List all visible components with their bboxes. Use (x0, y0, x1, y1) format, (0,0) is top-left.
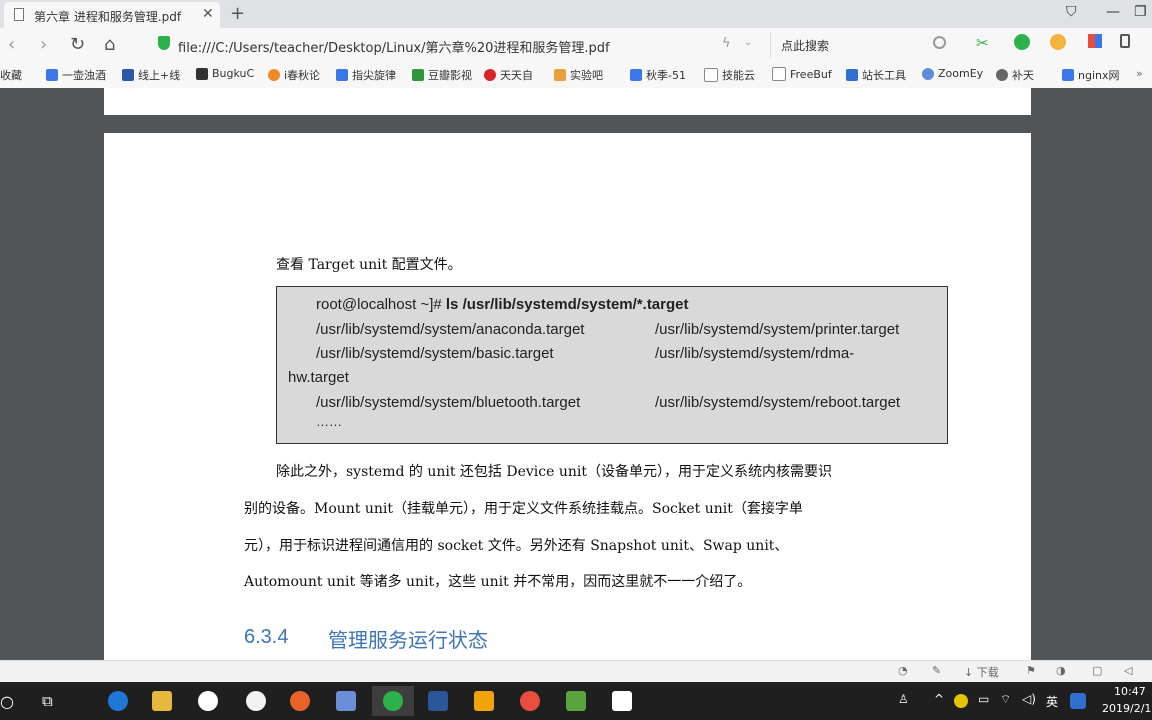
flag-icon[interactable]: ⚑ (1026, 664, 1036, 677)
code-line: /usr/lib/systemd/system/rdma- (655, 345, 855, 362)
search-box[interactable]: 点此搜索 (770, 32, 955, 58)
pdf-page-previous (104, 88, 1031, 115)
vmware-icon[interactable] (474, 691, 494, 711)
mobile-icon[interactable] (1120, 34, 1130, 48)
bookmark-item[interactable]: 实验吧 (554, 67, 603, 83)
task-view-icon[interactable]: ⧉ (42, 692, 53, 710)
bookmark-item[interactable]: i春秋论 (268, 67, 320, 83)
url-text[interactable]: file:///C:/Users/teacher/Desktop/Linux/第… (178, 37, 610, 56)
flash-icon[interactable]: ϟ (722, 36, 731, 51)
camtasia-icon[interactable] (566, 691, 586, 711)
code-line: /usr/lib/systemd/system/bluetooth.target (316, 394, 581, 411)
forward-icon[interactable]: › (40, 34, 47, 55)
bookmark-item[interactable]: 补天 (996, 67, 1034, 83)
bookmark-item[interactable]: ZoomEy (922, 67, 983, 80)
pdf-page: 查看 Target unit 配置文件。 root@localhost ~]# … (104, 133, 1031, 660)
tab-title: 第六章 进程和服务管理.pdf (34, 10, 182, 24)
back-icon[interactable]: ‹ (8, 34, 15, 55)
bookmark-item[interactable]: nginx网 (1062, 67, 1120, 83)
bookmark-item[interactable]: 指尖旋律 (336, 67, 396, 83)
tab-bar: 第六章 进程和服务管理.pdf ✕ + ⛉ — ❐ (0, 0, 1152, 28)
intro-text: 查看 Target unit 配置文件。 (276, 257, 462, 273)
code-line: hw.target (288, 369, 349, 386)
browser-tab[interactable]: 第六章 进程和服务管理.pdf ✕ (4, 2, 220, 28)
firefox-icon[interactable] (290, 691, 310, 711)
tray-battery-icon[interactable]: ▭ (978, 692, 989, 706)
reload-icon[interactable]: ↻ (70, 34, 85, 55)
chevron-up-icon[interactable]: ^ (934, 692, 944, 706)
360-browser-icon[interactable] (383, 691, 403, 711)
code-line: /usr/lib/systemd/system/anaconda.target (316, 321, 585, 338)
file-explorer-icon[interactable] (152, 691, 172, 711)
window-controls: ⛉ — ❐ (1066, 0, 1152, 28)
pin-icon[interactable]: ✎ (932, 664, 941, 677)
more-bookmarks-icon[interactable]: » (1136, 67, 1143, 80)
navigation-bar: ‹ › ↻ ⌂ file:///C:/Users/teacher/Desktop… (0, 28, 1152, 62)
paragraph-line: Automount unit 等诸多 unit，这些 unit 并不常用，因而这… (244, 574, 752, 590)
weibo-icon[interactable] (520, 691, 540, 711)
maximize-button[interactable]: ❐ (1134, 4, 1147, 20)
bookmark-item[interactable]: BugkuC (196, 67, 254, 80)
bookmark-item[interactable]: 线上+线 (122, 67, 180, 83)
edge-icon[interactable] (108, 691, 128, 711)
bookmark-item[interactable]: 收藏 (0, 67, 22, 83)
paragraph-line: 别的设备。Mount unit（挂载单元），用于定义文件系统挂载点。Socket… (244, 501, 803, 517)
wifi-icon[interactable]: ⌔ (1000, 692, 1011, 707)
document-icon (14, 8, 24, 21)
clock-time[interactable]: 10:47 (1114, 685, 1146, 698)
speaker-icon[interactable]: ◁ (1124, 664, 1132, 677)
paragraph-line: 元），用于标识进程间通信用的 socket 文件。另外还有 Snapshot u… (244, 538, 789, 554)
speed-icon[interactable]: ◔ (898, 664, 908, 677)
new-tab-button[interactable]: + (230, 3, 245, 24)
people-icon[interactable]: ♙ (898, 692, 909, 706)
apps-grid-icon[interactable] (1088, 34, 1102, 48)
download-button[interactable]: ↓ 下载 (964, 664, 999, 680)
scissors-icon[interactable]: ✂ (976, 34, 992, 52)
skin-icon[interactable]: ⛉ (1066, 4, 1077, 20)
code-line: /usr/lib/systemd/system/basic.target (316, 345, 554, 362)
bookmarks-bar: 收藏 一壶浊酒 线上+线 BugkuC i春秋论 指尖旋律 豆瓣影视 天天自 实… (0, 62, 1152, 89)
coin-extension-icon[interactable] (1050, 34, 1066, 50)
minimize-button[interactable]: — (1106, 4, 1120, 20)
section-number: 6.3.4 (244, 626, 289, 648)
bookmark-item[interactable]: 一壶浊酒 (46, 67, 106, 83)
windows-taskbar: ○ ⧉ ♙ ^ ▭ ⌔ ◁) 英 10:47 2019/2/1 (0, 682, 1152, 720)
mail-icon[interactable] (336, 691, 356, 711)
baidu-icon[interactable] (1070, 693, 1086, 709)
bookmark-item[interactable]: 天天自 (484, 67, 533, 83)
network-app-icon[interactable] (198, 691, 218, 711)
bookmark-item[interactable]: FreeBuf (772, 67, 832, 81)
security-shield-icon (158, 36, 170, 50)
code-block: root@localhost ~]# ls /usr/lib/systemd/s… (276, 286, 948, 444)
qq-icon[interactable] (246, 691, 266, 711)
code-line: root@localhost ~]# ls /usr/lib/systemd/s… (316, 296, 689, 313)
browser-status-bar: ◔ ✎ ↓ 下载 ⚑ ◑ ▢ ◁ (0, 660, 1152, 683)
volume-icon[interactable]: ◁) (1022, 692, 1036, 706)
camtasia-recorder-icon[interactable] (612, 691, 632, 711)
bookmark-item[interactable]: 秋季-51 (630, 67, 686, 83)
bookmark-item[interactable]: 技能云 (704, 67, 755, 83)
ime-indicator[interactable]: 英 (1046, 693, 1058, 710)
chevron-down-icon[interactable]: ⌄ (744, 37, 752, 48)
word-icon[interactable] (428, 691, 448, 711)
home-icon[interactable]: ⌂ (104, 34, 115, 55)
clock-date[interactable]: 2019/2/1 (1102, 702, 1151, 715)
search-circle-icon[interactable]: ○ (0, 692, 14, 711)
code-line: /usr/lib/systemd/system/reboot.target (655, 394, 901, 411)
window-icon[interactable]: ▢ (1092, 664, 1102, 677)
search-input[interactable]: 点此搜索 (781, 37, 829, 54)
code-line: …… (316, 414, 342, 429)
tray-app-icon[interactable] (954, 694, 968, 708)
code-line: /usr/lib/systemd/system/printer.target (655, 321, 900, 338)
section-title: 管理服务运行状态 (328, 628, 488, 652)
history-icon[interactable]: ◑ (1056, 664, 1066, 677)
bookmark-item[interactable]: 站长工具 (846, 67, 906, 83)
close-tab-icon[interactable]: ✕ (202, 6, 214, 22)
wechat-extension-icon[interactable] (1014, 34, 1030, 50)
search-icon[interactable] (933, 36, 946, 49)
paragraph-line: 除此之外，systemd 的 unit 还包括 Device unit（设备单元… (276, 464, 832, 480)
address-bar[interactable]: file:///C:/Users/teacher/Desktop/Linux/第… (156, 32, 762, 58)
bookmark-item[interactable]: 豆瓣影视 (412, 67, 472, 83)
